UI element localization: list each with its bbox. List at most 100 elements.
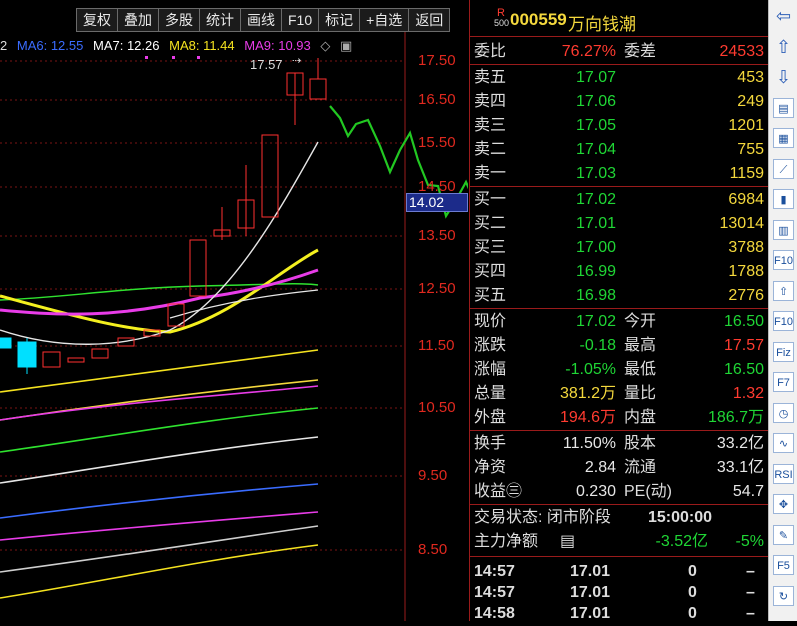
divider (470, 64, 768, 65)
fundamental-label: 流通 (624, 459, 657, 476)
price-axis-label: 13.50 (418, 227, 456, 244)
price-axis-label: 15.50 (418, 134, 456, 151)
stat-label: 量比 (624, 385, 657, 402)
bid-label: 买三 (474, 239, 507, 256)
tick-time: 14:58 (474, 605, 515, 622)
price-axis-label: 8.50 (418, 541, 448, 558)
wave-icon[interactable]: ∿ (773, 433, 794, 453)
stat-label: 内盘 (624, 409, 657, 426)
main-flow-pct: -5% (735, 533, 764, 550)
trade-status-time: 15:00:00 (648, 509, 713, 526)
ask-volume: 1201 (728, 117, 764, 134)
divider (470, 308, 768, 309)
r-badge: R 500 (494, 7, 509, 29)
weibi-label: 委比 (474, 43, 507, 60)
toolbar-button-1[interactable]: 叠加 (117, 8, 159, 32)
price-axis-label: 9.50 (418, 467, 448, 484)
ask-row: 卖二 17.04 755 (474, 138, 766, 162)
fundamental-row: 收益㊂ 0.230 PE(动) 54.7 (474, 480, 766, 504)
clock-icon[interactable]: ◷ (773, 402, 794, 423)
trend-icon[interactable]: ⟋ (773, 158, 794, 179)
fundamental-label: 净资 (474, 459, 507, 476)
bid-row: 买一 17.02 6984 (474, 188, 766, 212)
bid-price: 17.02 (575, 191, 616, 208)
toolbar-button-3[interactable]: 统计 (199, 8, 241, 32)
current-price-tag: 14.02 (406, 193, 468, 212)
grid-icon[interactable]: ▦ (773, 128, 794, 148)
price-axis-label: 12.50 (418, 280, 456, 297)
fundamental-label: PE(动) (624, 483, 673, 500)
bid-label: 买四 (474, 263, 507, 280)
bid-row: 买四 16.99 1788 (474, 260, 766, 284)
stat-label: 最高 (624, 337, 657, 354)
toolbar-button-4[interactable]: 画线 (240, 8, 282, 32)
stat-value: 381.2万 (559, 385, 616, 402)
stat-value: 16.50 (723, 361, 764, 378)
stat-value: 194.6万 (559, 409, 616, 426)
bid-row: 买二 17.01 13014 (474, 212, 766, 236)
quote-panel: R 500 000559 万向钱潮 委比 76.27% 委差 24533 卖五 17.07… (469, 0, 768, 622)
move-icon[interactable]: ✥ (773, 494, 794, 514)
fundamental-value: 33.1亿 (716, 459, 764, 476)
bid-label: 买五 (474, 287, 507, 304)
weicha-label: 委差 (624, 43, 657, 60)
bid-volume: 3788 (728, 239, 764, 256)
kline-chart[interactable] (0, 32, 468, 621)
fundamental-label: 股本 (624, 435, 657, 452)
arrow-up-icon[interactable]: ⇧ (773, 37, 794, 57)
ask-row: 卖一 17.03 1159 (474, 162, 766, 186)
ask-label: 卖二 (474, 141, 507, 158)
f7-icon[interactable]: F7 (773, 372, 794, 392)
refresh-icon[interactable]: ↻ (773, 585, 794, 606)
stat-label: 外盘 (474, 409, 507, 426)
candles-icon[interactable]: ▮ (773, 189, 794, 209)
toolbar-button-5[interactable]: F10 (281, 8, 320, 32)
ask-price: 17.04 (575, 141, 616, 158)
f9-icon[interactable]: ⇧ (773, 280, 794, 301)
tick-volume: 0 (688, 605, 697, 622)
stat-label: 今开 (624, 313, 657, 330)
toolbar-button-8[interactable]: 返回 (408, 8, 451, 32)
bid-volume: 13014 (719, 215, 765, 232)
bid-label: 买一 (474, 191, 507, 208)
bid-price: 17.01 (575, 215, 616, 232)
weibi-value: 76.27% (561, 43, 616, 60)
ask-row: 卖四 17.06 249 (474, 90, 766, 114)
main-flow-value: -3.52亿 (655, 533, 708, 550)
ask-price: 17.03 (575, 165, 616, 182)
price-axis-label: 10.50 (418, 399, 456, 416)
rsi-icon[interactable]: RSI (773, 463, 794, 484)
f10-icon[interactable]: F10 (773, 250, 794, 270)
toolbar-button-0[interactable]: 复权 (76, 8, 118, 32)
stat-label: 涨跌 (474, 337, 507, 354)
arrow-left-icon[interactable]: ⇦ (773, 6, 794, 26)
price-axis-label: 11.50 (418, 337, 455, 354)
high-marker-arrow-icon: ⇢ (292, 55, 302, 67)
r-badge-letter: R (497, 7, 505, 19)
ask-row: 卖三 17.05 1201 (474, 114, 766, 138)
f10b-icon[interactable]: F10 (773, 311, 794, 331)
stat-value: 186.7万 (707, 409, 764, 426)
pen-icon[interactable]: ✎ (773, 524, 794, 545)
f5-icon[interactable]: F5 (773, 555, 794, 575)
stat-value: -0.18 (579, 337, 616, 354)
chart-toolbar: 复权 叠加 多股 统计 画线 F10 标记 +自选 返回 (0, 8, 451, 32)
stat-row: 涨跌 -0.18 最高 17.57 (474, 334, 766, 358)
table-icon[interactable]: ▥ (773, 219, 794, 240)
fundamental-value: 0.230 (575, 483, 616, 500)
ask-volume: 1159 (729, 165, 764, 182)
toolbar-button-7[interactable]: +自选 (359, 8, 410, 32)
fundamental-value: 54.7 (732, 483, 764, 500)
arrow-down-icon[interactable]: ⇩ (773, 67, 794, 87)
toolbar-button-6[interactable]: 标记 (318, 8, 361, 32)
ask-volume: 249 (737, 93, 764, 110)
main-flow-row: 主力净额 ▤ -3.52亿 -5% (474, 530, 766, 554)
main-flow-icon[interactable]: ▤ (560, 530, 575, 554)
ask-volume: 453 (737, 69, 764, 86)
ask-volume: 755 (737, 141, 764, 158)
toolbar-button-2[interactable]: 多股 (158, 8, 200, 32)
fiz-icon[interactable]: Fiz (773, 341, 794, 362)
list-icon[interactable]: ▤ (773, 97, 794, 118)
price-axis-label: 17.50 (418, 52, 456, 69)
stat-label: 涨幅 (474, 361, 507, 378)
